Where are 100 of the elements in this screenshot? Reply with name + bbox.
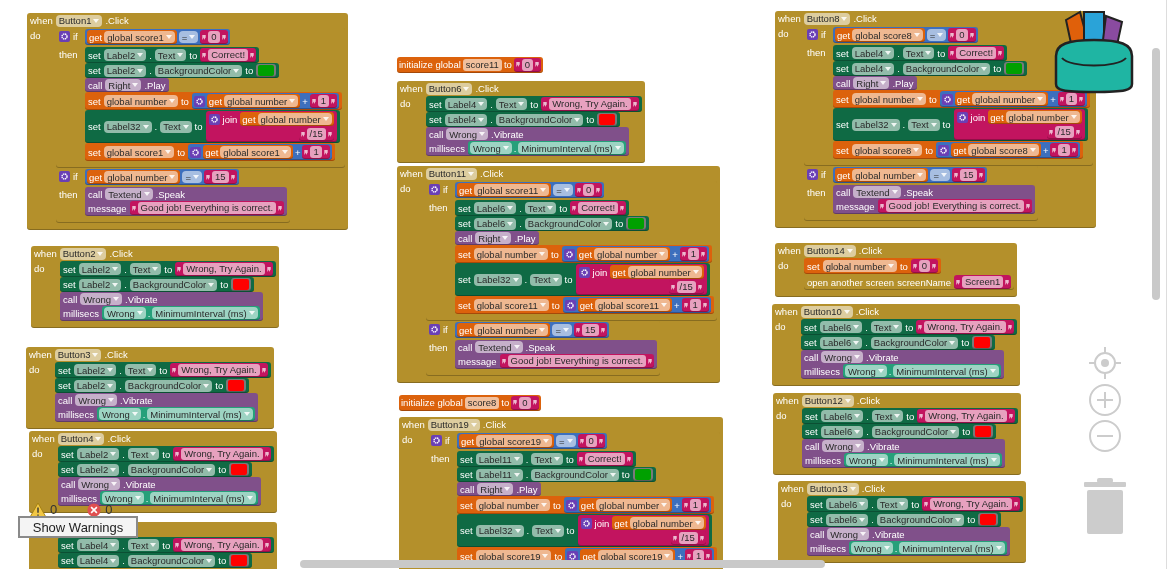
show-warnings-button[interactable]: Show Warnings	[18, 516, 138, 538]
name-field[interactable]: score8	[464, 396, 500, 409]
dropdown-field[interactable]: BackgroundColor	[871, 425, 960, 438]
dropdown-field[interactable]: Textend	[853, 186, 901, 198]
dropdown-field[interactable]: BackgroundColor	[870, 336, 959, 349]
string-field[interactable]: 1	[689, 499, 702, 511]
string-field[interactable]: 0	[918, 260, 931, 272]
dropdown-field[interactable]: global number	[972, 93, 1047, 105]
gear-icon[interactable]	[563, 248, 575, 260]
dropdown-field[interactable]: Label2	[73, 379, 117, 392]
dropdown-field[interactable]: Button2	[59, 247, 107, 260]
dropdown-field[interactable]: global score11	[473, 299, 549, 311]
dropdown-field[interactable]: global number	[1005, 111, 1080, 123]
dropdown-field[interactable]: global number	[594, 248, 669, 260]
backpack-icon[interactable]	[1052, 8, 1136, 94]
gear-icon[interactable]	[429, 184, 440, 195]
dropdown-field[interactable]: global number	[473, 248, 548, 260]
dropdown-field[interactable]: Label2	[78, 263, 122, 275]
dropdown-field[interactable]: Text	[871, 410, 904, 422]
dropdown-field[interactable]: Label4	[444, 113, 488, 126]
dropdown-field[interactable]: Label4	[444, 98, 488, 110]
dropdown-field[interactable]: global number	[822, 260, 897, 272]
dropdown-field[interactable]: global score1	[104, 31, 175, 43]
string-field[interactable]: 15	[582, 324, 599, 336]
dropdown-field[interactable]: Label11	[475, 468, 523, 481]
dropdown-field[interactable]: =	[178, 31, 199, 43]
dropdown-field[interactable]: global number	[596, 499, 671, 511]
string-field[interactable]: Wrong, Try Again.	[181, 448, 263, 460]
string-field[interactable]: 1	[689, 299, 701, 311]
dropdown-field[interactable]: Text	[524, 202, 557, 214]
dropdown-field[interactable]: Wrong	[103, 307, 146, 319]
string-field[interactable]: /15	[1054, 126, 1074, 138]
dropdown-field[interactable]: Button1	[55, 14, 103, 27]
string-field[interactable]: /15	[678, 532, 698, 544]
dropdown-field[interactable]: Wrong	[80, 293, 123, 305]
dropdown-field[interactable]: Text	[530, 273, 562, 286]
string-field[interactable]: 15	[212, 171, 229, 183]
dropdown-field[interactable]: Label2	[103, 49, 147, 61]
dropdown-field[interactable]: Button3	[54, 348, 102, 361]
dropdown-field[interactable]: Wrong	[101, 492, 144, 504]
dropdown-field[interactable]: BackgroundColor	[127, 463, 216, 476]
gear-icon[interactable]	[941, 93, 953, 105]
dropdown-field[interactable]: MinimumInterval (ms)	[893, 365, 999, 377]
gear-icon[interactable]	[565, 499, 577, 511]
dropdown-field[interactable]: Text	[532, 524, 564, 537]
dropdown-field[interactable]: Right	[477, 483, 514, 495]
dropdown-field[interactable]: =	[182, 171, 202, 183]
dropdown-field[interactable]: BackgroundColor	[127, 554, 216, 567]
dropdown-field[interactable]: Text	[495, 98, 528, 110]
string-field[interactable]: Good job! Everything is correct.	[507, 355, 647, 367]
gear-icon[interactable]	[208, 113, 220, 125]
dropdown-field[interactable]: Textend	[475, 341, 523, 353]
dropdown-field[interactable]: Label6	[473, 202, 517, 214]
gear-icon[interactable]	[193, 95, 205, 107]
dropdown-field[interactable]: =	[556, 435, 576, 447]
string-field[interactable]: 0	[521, 58, 534, 71]
dropdown-field[interactable]: Button11	[425, 167, 478, 180]
string-field[interactable]: Correct!	[956, 47, 997, 59]
horizontal-scrollbar[interactable]	[300, 560, 825, 568]
dropdown-field[interactable]: BackgroundColor	[531, 468, 619, 481]
dropdown-field[interactable]: MinimumInterval (ms)	[147, 408, 253, 420]
dropdown-field[interactable]: Label4	[851, 47, 895, 59]
string-field[interactable]: 0	[208, 31, 220, 43]
dropdown-field[interactable]: Text	[154, 49, 187, 61]
dropdown-field[interactable]: Textend	[105, 188, 153, 200]
dropdown-field[interactable]: global score1	[220, 146, 291, 158]
dropdown-field[interactable]: Wrong	[822, 440, 865, 452]
string-field[interactable]: 0	[956, 29, 968, 41]
dropdown-field[interactable]: global number	[224, 95, 299, 107]
gear-icon[interactable]	[59, 31, 70, 42]
gear-icon[interactable]	[431, 435, 442, 446]
dropdown-field[interactable]: BackgroundColor	[524, 217, 613, 230]
dropdown-field[interactable]: Wrong	[469, 142, 512, 154]
dropdown-field[interactable]: Wrong	[446, 128, 489, 140]
dropdown-field[interactable]: Label4	[76, 539, 120, 551]
dropdown-field[interactable]: MinimumInterval (ms)	[150, 492, 256, 504]
dropdown-field[interactable]: Button10	[800, 305, 853, 318]
string-field[interactable]: Good job! Everything is correct.	[885, 200, 1025, 212]
dropdown-field[interactable]: MinimumInterval (ms)	[894, 454, 1000, 466]
dropdown-field[interactable]: Text	[902, 47, 935, 59]
gear-icon[interactable]	[956, 111, 968, 123]
dropdown-field[interactable]: global number	[629, 517, 704, 529]
vertical-scrollbar[interactable]	[1152, 48, 1160, 300]
dropdown-field[interactable]: global number	[627, 266, 702, 278]
dropdown-field[interactable]: MinimumInterval (ms)	[899, 542, 1005, 554]
dropdown-field[interactable]: Text	[160, 120, 192, 133]
dropdown-field[interactable]: global number	[851, 93, 926, 105]
string-field[interactable]: 1	[1058, 144, 1070, 156]
dropdown-field[interactable]: BackgroundColor	[876, 513, 965, 526]
string-field[interactable]: Wrong, Try Again.	[925, 410, 1007, 422]
dropdown-field[interactable]: global score8	[852, 29, 923, 41]
dropdown-field[interactable]: global number	[475, 499, 550, 511]
dropdown-field[interactable]: Label2	[76, 463, 120, 476]
dropdown-field[interactable]: Text	[129, 263, 162, 275]
dropdown-field[interactable]: Label2	[78, 278, 122, 291]
dropdown-field[interactable]: global number	[103, 95, 178, 107]
string-field[interactable]: 0	[585, 435, 597, 447]
dropdown-field[interactable]: BackgroundColor	[154, 64, 243, 77]
string-field[interactable]: 15	[960, 169, 977, 181]
dropdown-field[interactable]: Label6	[825, 513, 869, 526]
